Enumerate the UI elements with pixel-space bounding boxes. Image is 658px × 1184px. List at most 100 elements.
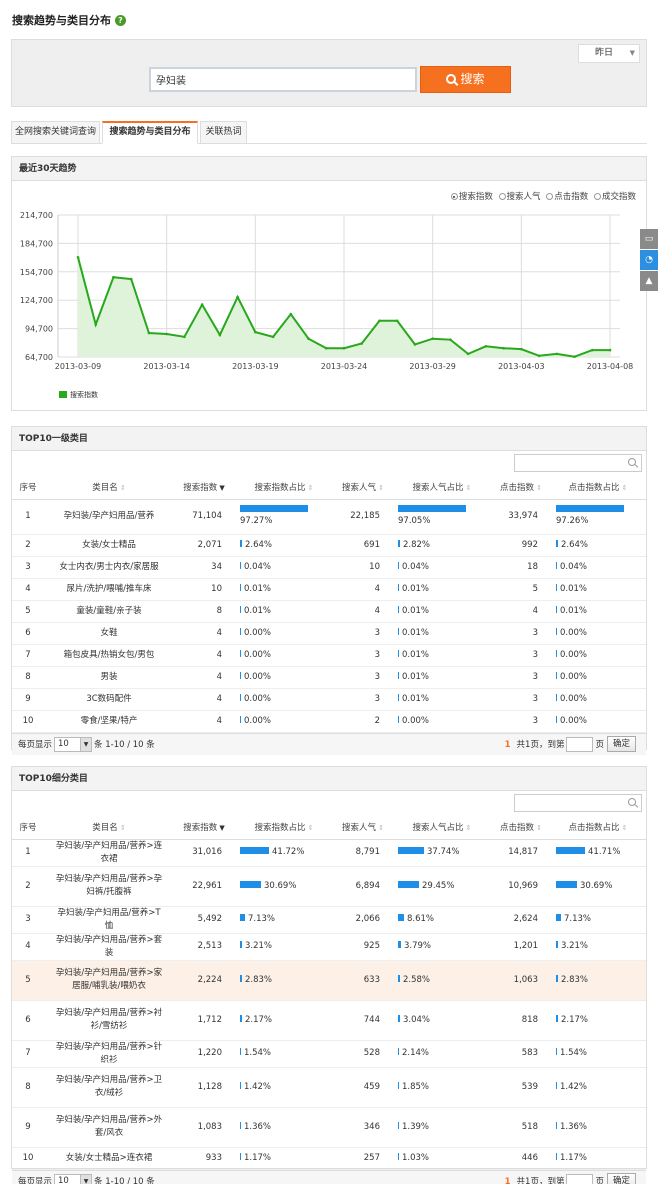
col-popularity-share[interactable]: 搜索人气占比 ⇕ — [392, 815, 492, 840]
col-search-index[interactable]: 搜索指数 ▼ — [174, 815, 234, 840]
share-value: 0.00% — [560, 693, 588, 704]
top2-filter-input[interactable] — [514, 794, 642, 812]
search-index-share: 0.01% — [234, 578, 334, 601]
table-row: 2 孕妇装/孕产妇用品/营养>孕妇裤/托腹裤 22,961 30.69% 6,894 29… — [12, 866, 646, 907]
col-click-index-share[interactable]: 点击指数占比 ⇕ — [550, 475, 646, 500]
tab-keyword-query[interactable]: 全网搜索关键词查询 — [11, 121, 100, 144]
share-bar — [240, 914, 245, 921]
search-index: 71,104 — [174, 499, 234, 535]
x-tick-label: 2013-03-24 — [321, 362, 368, 371]
col-category[interactable]: 类目名 ⇕ — [44, 815, 174, 840]
share-value: 2.82% — [403, 539, 431, 550]
table-row: 9 孕妇装/孕产妇用品/营养>外套/风衣 1,083 1.36% 346 1.39% 518… — [12, 1107, 646, 1148]
share-bar — [398, 1081, 399, 1089]
search-popularity: 459 — [334, 1067, 392, 1108]
col-popularity[interactable]: 搜索人气 ⇕ — [334, 815, 392, 840]
click-index: 18 — [492, 556, 550, 579]
share-value: 7.13% — [248, 914, 276, 924]
trend-panel: 最近30天趋势 搜索指数 搜索人气 点击指数 成交指数 64,700 94,700… — [11, 156, 647, 411]
search-index: 4 — [174, 688, 234, 711]
share-value: 2.83% — [245, 974, 273, 985]
share-value: 0.01% — [402, 605, 430, 616]
share-bar — [398, 1048, 399, 1055]
click-index: 3 — [492, 688, 550, 711]
share-bar — [398, 847, 424, 854]
share-value: 0.01% — [560, 583, 588, 594]
per-page-label: 每页显示 — [18, 1176, 53, 1184]
popularity-share: 2.58% — [392, 960, 492, 1001]
current-page[interactable]: 1 — [505, 740, 511, 750]
col-click-index[interactable]: 点击指数 ⇕ — [492, 475, 550, 500]
radio-deal-index[interactable]: 成交指数 — [593, 190, 636, 202]
per-page-select[interactable]: 10 ▼ — [54, 1173, 93, 1184]
legend-swatch — [59, 391, 67, 398]
data-point — [200, 303, 204, 306]
tab-related-words[interactable]: 关联热词 — [200, 121, 247, 144]
page-jump-input[interactable] — [566, 736, 594, 752]
top2-toolbar — [12, 791, 646, 815]
top1-filter-input[interactable] — [514, 454, 642, 472]
col-search-index-share[interactable]: 搜索指数占比 ⇕ — [234, 815, 334, 840]
col-popularity-share[interactable]: 搜索人气占比 ⇕ — [392, 475, 492, 500]
search-input[interactable] — [149, 67, 417, 92]
share-value: 2.64% — [561, 539, 589, 550]
y-tick-label: 184,700 — [20, 239, 53, 248]
back-to-top-icon[interactable]: ▲ — [640, 271, 658, 291]
share-value: 1.54% — [244, 1048, 272, 1058]
radio-search-index[interactable]: 搜索指数 — [450, 190, 493, 202]
share-value: 0.00% — [560, 649, 588, 660]
service-icon[interactable]: ◔ — [640, 250, 658, 270]
search-button[interactable]: 搜索 — [420, 66, 511, 93]
col-click-index-share[interactable]: 点击指数占比 ⇕ — [550, 815, 646, 840]
chevron-down-icon: ▼ — [80, 1174, 92, 1184]
search-index: 31,016 — [174, 839, 234, 867]
share-bar — [556, 505, 624, 512]
sort-icon: ⇕ — [533, 483, 543, 492]
share-bar — [240, 505, 308, 512]
col-click-index[interactable]: 点击指数 ⇕ — [492, 815, 550, 840]
share-bar — [240, 1048, 241, 1055]
row-number: 1 — [12, 839, 44, 867]
share-value: 30.69% — [580, 880, 613, 891]
table-row: 6 女鞋 4 0.00% 3 0.01% 3 0.00% — [12, 622, 646, 645]
data-point — [271, 335, 275, 339]
search-icon — [446, 74, 457, 84]
category-name: 孕妇装/孕产妇用品/营养>外套/风衣 — [44, 1107, 174, 1148]
table-row: 9 3C数码配件 4 0.00% 3 0.01% 3 0.00% — [12, 688, 646, 711]
click-index-share: 0.01% — [550, 600, 646, 623]
data-point — [254, 330, 257, 334]
search-index-share: 0.01% — [234, 600, 334, 623]
confirm-button[interactable]: 确定 — [606, 1173, 636, 1184]
search-index: 1,083 — [174, 1107, 234, 1148]
page-jump-input[interactable] — [566, 1173, 594, 1184]
col-search-index[interactable]: 搜索指数 ▼ — [174, 475, 234, 500]
search-index: 4 — [174, 666, 234, 689]
table-row: 4 尿片/洗护/喂哺/推车床 10 0.01% 4 0.01% 5 0.01% — [12, 578, 646, 601]
per-page-select[interactable]: 10 ▼ — [54, 736, 93, 752]
share-bar — [556, 1121, 557, 1129]
row-number: 6 — [12, 622, 44, 645]
share-bar — [398, 1152, 399, 1160]
share-value: 0.00% — [560, 627, 588, 638]
search-index-share: 1.17% — [234, 1147, 334, 1170]
date-range-select[interactable]: 昨日 ▼ — [578, 44, 640, 63]
row-number: 1 — [12, 499, 44, 535]
tab-trend-distribution[interactable]: 搜索趋势与类目分布 — [102, 121, 198, 144]
search-index: 8 — [174, 600, 234, 623]
share-bar — [556, 1081, 557, 1089]
row-number: 3 — [12, 906, 44, 934]
row-number: 8 — [12, 666, 44, 689]
popularity-share: 0.00% — [392, 710, 492, 733]
radio-click-index[interactable]: 点击指数 — [546, 190, 588, 202]
data-point — [590, 348, 594, 352]
confirm-button[interactable]: 确定 — [606, 736, 636, 752]
share-bar — [398, 561, 399, 569]
help-icon[interactable]: ? — [115, 15, 126, 26]
col-category[interactable]: 类目名 ⇕ — [44, 475, 174, 500]
col-popularity[interactable]: 搜索人气 ⇕ — [334, 475, 392, 500]
current-page[interactable]: 1 — [505, 1177, 511, 1184]
feedback-icon[interactable]: ▭ — [640, 229, 658, 249]
click-index-share: 3.21% — [550, 933, 646, 961]
radio-search-popularity[interactable]: 搜索人气 — [498, 190, 541, 202]
col-search-index-share[interactable]: 搜索指数占比 ⇕ — [234, 475, 334, 500]
